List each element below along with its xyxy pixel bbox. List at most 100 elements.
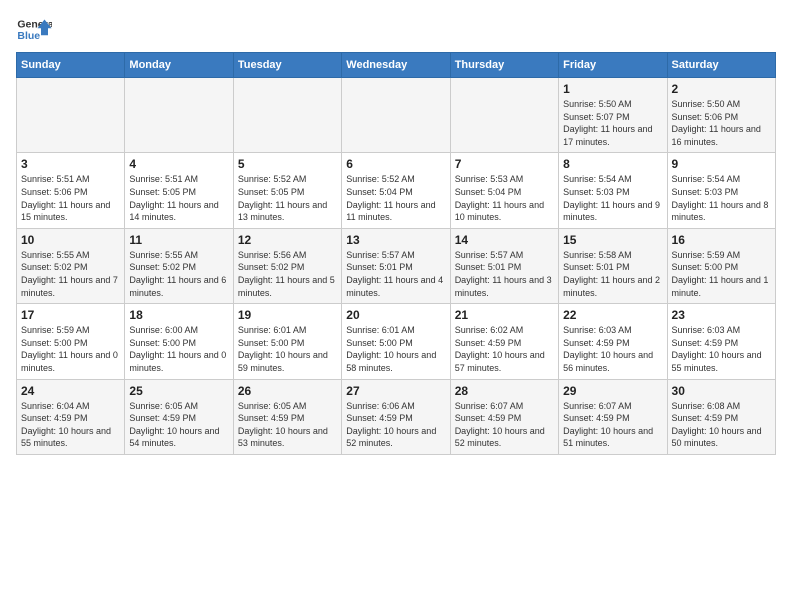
day-number: 25 <box>129 384 228 398</box>
day-number: 13 <box>346 233 445 247</box>
day-number: 6 <box>346 157 445 171</box>
calendar-cell: 6 Sunrise: 5:52 AM Sunset: 5:04 PM Daylig… <box>342 153 450 228</box>
calendar-week-row: 17 Sunrise: 5:59 AM Sunset: 5:00 PM Dayli… <box>17 304 776 379</box>
weekday-header: Monday <box>125 53 233 78</box>
day-number: 20 <box>346 308 445 322</box>
day-number: 23 <box>672 308 771 322</box>
calendar-cell: 27 Sunrise: 6:06 AM Sunset: 4:59 PM Dayli… <box>342 379 450 454</box>
day-info: Sunrise: 5:52 AM Sunset: 5:05 PM Dayligh… <box>238 173 337 223</box>
calendar-cell <box>342 78 450 153</box>
calendar-cell: 1 Sunrise: 5:50 AM Sunset: 5:07 PM Daylig… <box>559 78 667 153</box>
calendar-cell: 13 Sunrise: 5:57 AM Sunset: 5:01 PM Dayli… <box>342 228 450 303</box>
day-number: 7 <box>455 157 554 171</box>
calendar-cell: 2 Sunrise: 5:50 AM Sunset: 5:06 PM Daylig… <box>667 78 775 153</box>
day-info: Sunrise: 5:51 AM Sunset: 5:05 PM Dayligh… <box>129 173 228 223</box>
day-info: Sunrise: 5:50 AM Sunset: 5:07 PM Dayligh… <box>563 98 662 148</box>
logo: General Blue <box>16 16 52 44</box>
day-number: 11 <box>129 233 228 247</box>
calendar-cell: 14 Sunrise: 5:57 AM Sunset: 5:01 PM Dayli… <box>450 228 558 303</box>
calendar-cell: 3Sunrise: 5:51 AM Sunset: 5:06 PM Daylig… <box>17 153 125 228</box>
day-info: Sunrise: 6:05 AM Sunset: 4:59 PM Dayligh… <box>129 400 228 450</box>
weekday-header-row: SundayMondayTuesdayWednesdayThursdayFrid… <box>17 53 776 78</box>
day-info: Sunrise: 6:05 AM Sunset: 4:59 PM Dayligh… <box>238 400 337 450</box>
day-number: 29 <box>563 384 662 398</box>
calendar-cell: 19 Sunrise: 6:01 AM Sunset: 5:00 PM Dayli… <box>233 304 341 379</box>
calendar-cell <box>125 78 233 153</box>
day-number: 2 <box>672 82 771 96</box>
calendar-cell: 5 Sunrise: 5:52 AM Sunset: 5:05 PM Daylig… <box>233 153 341 228</box>
weekday-header: Thursday <box>450 53 558 78</box>
day-info: Sunrise: 5:55 AM Sunset: 5:02 PM Dayligh… <box>129 249 228 299</box>
day-number: 30 <box>672 384 771 398</box>
calendar-cell <box>450 78 558 153</box>
weekday-header: Wednesday <box>342 53 450 78</box>
day-info: Sunrise: 6:01 AM Sunset: 5:00 PM Dayligh… <box>238 324 337 374</box>
day-info: Sunrise: 5:51 AM Sunset: 5:06 PM Dayligh… <box>21 173 120 223</box>
day-number: 10 <box>21 233 120 247</box>
calendar-cell: 23 Sunrise: 6:03 AM Sunset: 4:59 PM Dayli… <box>667 304 775 379</box>
day-number: 14 <box>455 233 554 247</box>
weekday-header: Sunday <box>17 53 125 78</box>
logo-icon: General Blue <box>16 16 52 44</box>
calendar-week-row: 3Sunrise: 5:51 AM Sunset: 5:06 PM Daylig… <box>17 153 776 228</box>
day-info: Sunrise: 5:53 AM Sunset: 5:04 PM Dayligh… <box>455 173 554 223</box>
day-info: Sunrise: 5:57 AM Sunset: 5:01 PM Dayligh… <box>346 249 445 299</box>
day-info: Sunrise: 6:07 AM Sunset: 4:59 PM Dayligh… <box>455 400 554 450</box>
day-info: Sunrise: 5:57 AM Sunset: 5:01 PM Dayligh… <box>455 249 554 299</box>
calendar-cell <box>233 78 341 153</box>
day-number: 12 <box>238 233 337 247</box>
day-number: 1 <box>563 82 662 96</box>
day-info: Sunrise: 5:54 AM Sunset: 5:03 PM Dayligh… <box>672 173 771 223</box>
calendar-cell: 26 Sunrise: 6:05 AM Sunset: 4:59 PM Dayli… <box>233 379 341 454</box>
day-info: Sunrise: 5:58 AM Sunset: 5:01 PM Dayligh… <box>563 249 662 299</box>
calendar-cell: 22Sunrise: 6:03 AM Sunset: 4:59 PM Dayli… <box>559 304 667 379</box>
day-number: 28 <box>455 384 554 398</box>
calendar-cell: 7 Sunrise: 5:53 AM Sunset: 5:04 PM Daylig… <box>450 153 558 228</box>
day-info: Sunrise: 6:02 AM Sunset: 4:59 PM Dayligh… <box>455 324 554 374</box>
day-info: Sunrise: 5:50 AM Sunset: 5:06 PM Dayligh… <box>672 98 771 148</box>
calendar-cell <box>17 78 125 153</box>
day-number: 4 <box>129 157 228 171</box>
calendar-cell: 12Sunrise: 5:56 AM Sunset: 5:02 PM Dayli… <box>233 228 341 303</box>
svg-text:Blue: Blue <box>17 30 40 42</box>
day-number: 26 <box>238 384 337 398</box>
day-info: Sunrise: 6:01 AM Sunset: 5:00 PM Dayligh… <box>346 324 445 374</box>
day-info: Sunrise: 5:59 AM Sunset: 5:00 PM Dayligh… <box>21 324 120 374</box>
calendar-cell: 15Sunrise: 5:58 AM Sunset: 5:01 PM Dayli… <box>559 228 667 303</box>
calendar-cell: 16 Sunrise: 5:59 AM Sunset: 5:00 PM Dayli… <box>667 228 775 303</box>
calendar-cell: 10 Sunrise: 5:55 AM Sunset: 5:02 PM Dayli… <box>17 228 125 303</box>
calendar-cell: 4 Sunrise: 5:51 AM Sunset: 5:05 PM Daylig… <box>125 153 233 228</box>
day-info: Sunrise: 5:52 AM Sunset: 5:04 PM Dayligh… <box>346 173 445 223</box>
day-number: 24 <box>21 384 120 398</box>
day-number: 19 <box>238 308 337 322</box>
calendar-cell: 9 Sunrise: 5:54 AM Sunset: 5:03 PM Daylig… <box>667 153 775 228</box>
day-number: 9 <box>672 157 771 171</box>
page-header: General Blue <box>16 16 776 44</box>
day-number: 17 <box>21 308 120 322</box>
day-info: Sunrise: 6:03 AM Sunset: 4:59 PM Dayligh… <box>563 324 662 374</box>
calendar-table: SundayMondayTuesdayWednesdayThursdayFrid… <box>16 52 776 455</box>
calendar-week-row: 1 Sunrise: 5:50 AM Sunset: 5:07 PM Daylig… <box>17 78 776 153</box>
day-number: 21 <box>455 308 554 322</box>
day-info: Sunrise: 5:54 AM Sunset: 5:03 PM Dayligh… <box>563 173 662 223</box>
calendar-cell: 25 Sunrise: 6:05 AM Sunset: 4:59 PM Dayli… <box>125 379 233 454</box>
calendar-cell: 30 Sunrise: 6:08 AM Sunset: 4:59 PM Dayli… <box>667 379 775 454</box>
calendar-cell: 21 Sunrise: 6:02 AM Sunset: 4:59 PM Dayli… <box>450 304 558 379</box>
day-info: Sunrise: 6:06 AM Sunset: 4:59 PM Dayligh… <box>346 400 445 450</box>
day-number: 27 <box>346 384 445 398</box>
day-info: Sunrise: 6:03 AM Sunset: 4:59 PM Dayligh… <box>672 324 771 374</box>
calendar-cell: 29Sunrise: 6:07 AM Sunset: 4:59 PM Dayli… <box>559 379 667 454</box>
calendar-cell: 20 Sunrise: 6:01 AM Sunset: 5:00 PM Dayli… <box>342 304 450 379</box>
calendar-week-row: 10 Sunrise: 5:55 AM Sunset: 5:02 PM Dayli… <box>17 228 776 303</box>
weekday-header: Friday <box>559 53 667 78</box>
day-info: Sunrise: 5:59 AM Sunset: 5:00 PM Dayligh… <box>672 249 771 299</box>
day-info: Sunrise: 5:55 AM Sunset: 5:02 PM Dayligh… <box>21 249 120 299</box>
day-info: Sunrise: 6:08 AM Sunset: 4:59 PM Dayligh… <box>672 400 771 450</box>
day-number: 16 <box>672 233 771 247</box>
day-info: Sunrise: 6:00 AM Sunset: 5:00 PM Dayligh… <box>129 324 228 374</box>
day-number: 18 <box>129 308 228 322</box>
weekday-header: Saturday <box>667 53 775 78</box>
calendar-cell: 18 Sunrise: 6:00 AM Sunset: 5:00 PM Dayli… <box>125 304 233 379</box>
day-number: 5 <box>238 157 337 171</box>
day-info: Sunrise: 6:04 AM Sunset: 4:59 PM Dayligh… <box>21 400 120 450</box>
